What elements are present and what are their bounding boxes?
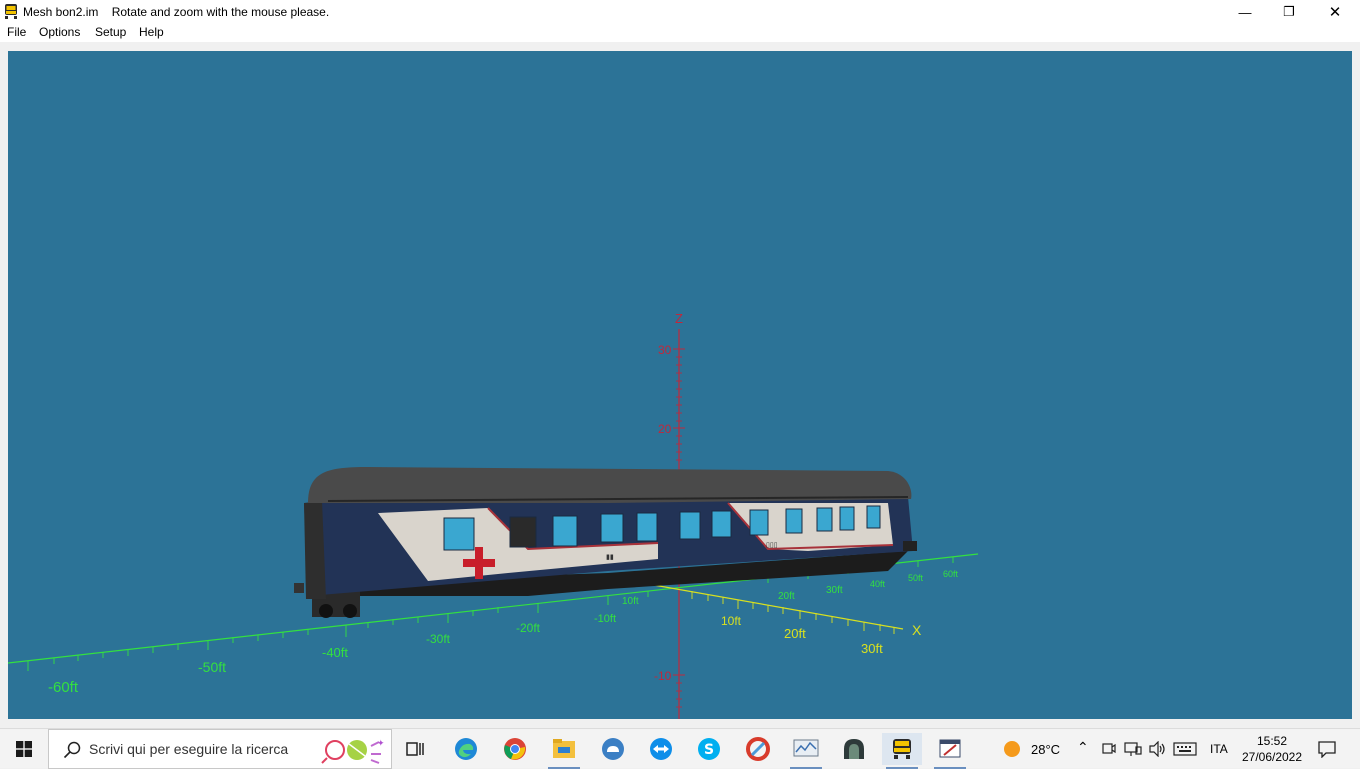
svg-text:✦: ✦: [377, 739, 385, 749]
title-bar: Mesh bon2.im Rotate and zoom with the mo…: [0, 0, 1360, 24]
clock-time: 15:52: [1256, 734, 1288, 748]
y-tick-minus60: -60ft: [48, 679, 79, 696]
z-axis-label: Z: [675, 311, 683, 326]
y-tick-minus50: -50ft: [198, 659, 226, 675]
taskbar-chrome[interactable]: [495, 733, 535, 765]
taskbar-edge[interactable]: [446, 733, 486, 765]
menu-bar: File Options Setup Help: [0, 24, 1360, 42]
teamviewer-icon: [650, 738, 672, 760]
x-tick-10: 10ft: [721, 614, 742, 628]
volume-icon[interactable]: [1149, 741, 1167, 757]
svg-text:▯▯▯: ▯▯▯: [766, 542, 778, 549]
close-button[interactable]: ✕: [1312, 0, 1358, 24]
input-language[interactable]: ITA: [1210, 742, 1228, 756]
x-tick-20: 20ft: [784, 626, 806, 641]
chevron-up-icon[interactable]: ⌃: [1077, 739, 1089, 756]
windows-icon: [16, 741, 32, 757]
y-tick-10: 10ft: [622, 596, 639, 607]
taskbar-monitor-app[interactable]: [786, 733, 826, 769]
edge-icon: [455, 738, 477, 760]
taskbar-file-explorer[interactable]: [544, 733, 584, 769]
tunnel-app-icon: [844, 739, 864, 759]
meet-now-icon[interactable]: [1102, 741, 1116, 757]
network-icon[interactable]: [1124, 741, 1142, 757]
y-tick-minus20: -20ft: [516, 621, 541, 635]
taskbar-skype[interactable]: S: [689, 733, 729, 765]
taskbar-app-blue[interactable]: [593, 733, 633, 765]
taskbar-ccleaner[interactable]: [738, 733, 778, 765]
editor-app-icon: [939, 739, 961, 758]
z-tick-20: 20: [658, 422, 672, 436]
clock[interactable]: 15:52 27/06/2022: [1238, 733, 1306, 765]
task-view-icon: [406, 742, 424, 756]
restore-button[interactable]: ❐: [1266, 0, 1312, 24]
y-tick-50: 50ft: [908, 573, 924, 583]
skype-icon: S: [698, 738, 720, 760]
taskbar: Scrivi qui per eseguire la ricerca ✦ S 2…: [0, 728, 1360, 769]
y-tick-minus40: -40ft: [322, 645, 348, 660]
taskbar-dark-app[interactable]: [834, 733, 874, 765]
window-title: Mesh bon2.im Rotate and zoom with the mo…: [23, 5, 330, 19]
folder-icon: [553, 739, 575, 758]
ccleaner-icon: [746, 737, 770, 761]
mesh-viewport[interactable]: Z 30 20 -10 -60ft -50ft -40ft -30ft -20f…: [8, 51, 1352, 719]
z-tick-minus10: -10: [654, 669, 672, 683]
start-button[interactable]: [0, 729, 48, 769]
svg-text:▮▮: ▮▮: [606, 554, 614, 561]
y-tick-40: 40ft: [870, 579, 886, 589]
y-tick-minus30: -30ft: [426, 632, 451, 646]
cloud-app-icon: [602, 738, 624, 760]
viewport-scene[interactable]: Z 30 20 -10 -60ft -50ft -40ft -30ft -20f…: [8, 51, 1352, 719]
taskbar-search-input[interactable]: Scrivi qui per eseguire la ricerca ✦: [48, 729, 392, 769]
taskbar-train-app[interactable]: [882, 733, 922, 769]
monitor-app-icon: [793, 739, 819, 757]
keyboard-icon[interactable]: [1173, 742, 1197, 756]
svg-text:S: S: [704, 742, 714, 758]
menu-help[interactable]: Help: [139, 25, 164, 39]
search-placeholder: Scrivi qui per eseguire la ricerca: [89, 741, 289, 757]
clock-date: 27/06/2022: [1241, 750, 1303, 764]
minimize-button[interactable]: —: [1222, 0, 1268, 24]
task-view-button[interactable]: [396, 733, 436, 765]
train-app-icon: [893, 739, 911, 759]
app-train-icon: [5, 4, 17, 19]
y-tick-30: 30ft: [826, 585, 843, 596]
z-tick-30: 30: [658, 343, 672, 357]
y-tick-60: 60ft: [943, 569, 959, 579]
search-highlight-icon: ✦: [321, 739, 385, 764]
y-tick-20: 20ft: [778, 591, 795, 602]
x-tick-30: 30ft: [861, 641, 883, 656]
search-icon: [63, 741, 81, 759]
weather-sun-icon[interactable]: [1003, 740, 1021, 758]
chrome-icon: [504, 738, 526, 760]
taskbar-editor-app[interactable]: [930, 733, 970, 769]
notifications-icon[interactable]: [1318, 740, 1336, 758]
menu-file[interactable]: File: [7, 25, 26, 39]
weather-temperature[interactable]: 28°C: [1031, 742, 1060, 757]
menu-setup[interactable]: Setup: [95, 25, 126, 39]
x-axis-label: X: [912, 622, 922, 638]
y-tick-minus10: -10ft: [594, 613, 616, 625]
taskbar-teamviewer[interactable]: [641, 733, 681, 765]
menu-options[interactable]: Options: [39, 25, 80, 39]
